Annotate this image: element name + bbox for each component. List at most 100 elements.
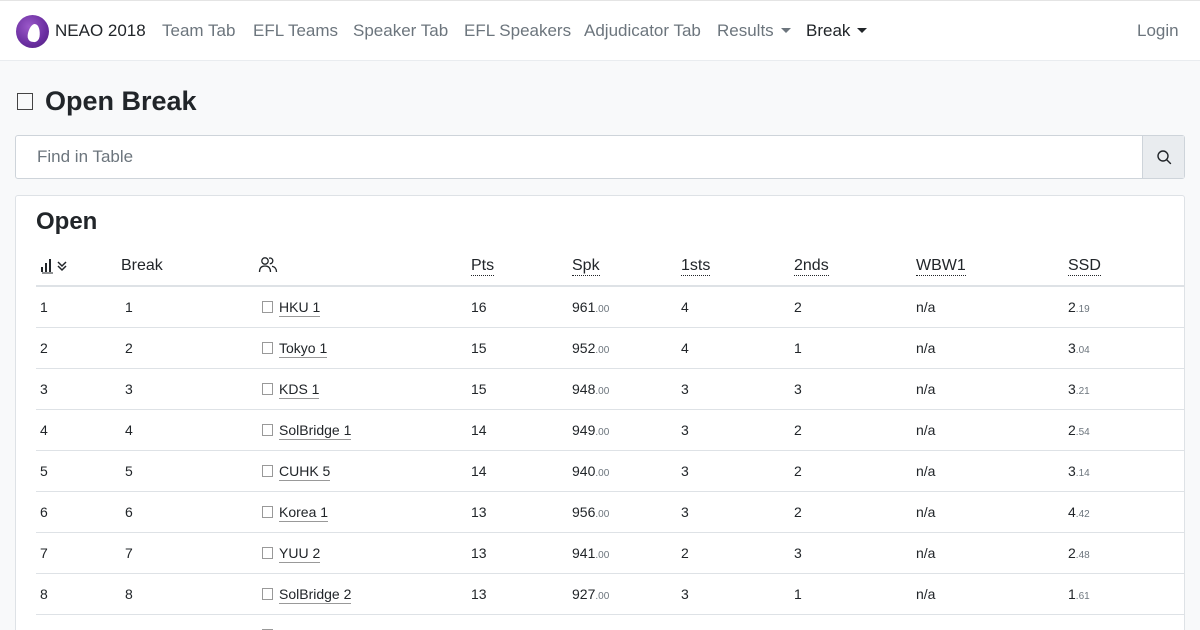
team-cell: SolBridge 2 bbox=[257, 573, 471, 615]
team-icon bbox=[258, 257, 278, 273]
break-cell: 9 bbox=[121, 614, 257, 630]
nav-break-label: Break bbox=[806, 21, 851, 40]
team-name-link[interactable]: CUHK 5 bbox=[279, 462, 331, 481]
team-emoji-icon bbox=[262, 505, 273, 518]
tournament-logo-icon bbox=[16, 14, 49, 48]
spk-column-header[interactable]: Spk bbox=[572, 246, 681, 287]
ssd-fraction: .54 bbox=[1075, 426, 1090, 438]
nav-break-dropdown[interactable]: Break bbox=[806, 21, 868, 41]
ssd-cell: 3.14 bbox=[1068, 450, 1184, 492]
team-cell: CUHK 5 bbox=[257, 450, 471, 492]
break-card: Open Break Pts Spk 1sts 2nds WBW1 SSD 1 … bbox=[15, 195, 1185, 630]
break-cell: 5 bbox=[121, 450, 257, 492]
ssd-header-label: SSD bbox=[1068, 256, 1101, 276]
firsts-cell: 4 bbox=[681, 286, 794, 328]
spk-integer: 927 bbox=[572, 585, 596, 602]
firsts-header-label: 1sts bbox=[681, 256, 711, 276]
firsts-cell: 3 bbox=[681, 450, 794, 492]
search-button[interactable] bbox=[1142, 136, 1184, 178]
spk-fraction: .00 bbox=[595, 549, 610, 561]
break-cell: 7 bbox=[121, 532, 257, 574]
spk-header-label: Spk bbox=[572, 256, 600, 276]
spk-integer: 941 bbox=[572, 544, 596, 561]
login-link[interactable]: Login bbox=[1137, 21, 1179, 41]
brand-name: NEAO 2018 bbox=[55, 21, 146, 40]
nav-speaker-tab[interactable]: Speaker Tab bbox=[353, 21, 448, 41]
wbw-cell: n/a bbox=[916, 573, 1068, 615]
wbw-cell: n/a bbox=[916, 327, 1068, 369]
seconds-column-header[interactable]: 2nds bbox=[794, 246, 916, 287]
ssd-integer: 1 bbox=[1068, 585, 1076, 602]
team-emoji-icon bbox=[262, 464, 273, 477]
rank-cell: 6 bbox=[36, 491, 121, 533]
pts-cell: 13 bbox=[471, 491, 572, 533]
ssd-cell: 3.00 bbox=[1068, 614, 1184, 630]
pts-column-header[interactable]: Pts bbox=[471, 246, 572, 287]
spk-integer: 948 bbox=[572, 380, 596, 397]
search-input[interactable] bbox=[16, 136, 1142, 178]
firsts-cell: 2 bbox=[681, 532, 794, 574]
ssd-integer: 2 bbox=[1068, 298, 1076, 315]
table-row: 99KDS 212930.0030n/a3.00 bbox=[36, 614, 1184, 630]
ssd-column-header[interactable]: SSD bbox=[1068, 246, 1184, 287]
team-name-link[interactable]: Tokyo 1 bbox=[279, 339, 328, 358]
nav-efl-speakers[interactable]: EFL Speakers bbox=[464, 21, 571, 41]
spk-cell: 927.00 bbox=[572, 573, 681, 615]
ssd-fraction: .42 bbox=[1075, 508, 1090, 520]
team-name-link[interactable]: Korea 1 bbox=[279, 503, 329, 522]
rank-cell: 8 bbox=[36, 573, 121, 615]
firsts-cell: 3 bbox=[681, 614, 794, 630]
seconds-cell: 3 bbox=[794, 368, 916, 410]
spk-cell: 961.00 bbox=[572, 286, 681, 328]
break-value: 2 bbox=[125, 339, 133, 356]
team-name-link[interactable]: SolBridge 2 bbox=[279, 585, 352, 604]
ssd-integer: 3 bbox=[1068, 627, 1076, 630]
team-emoji-icon bbox=[262, 423, 273, 436]
spk-cell: 940.00 bbox=[572, 450, 681, 492]
search-icon bbox=[1156, 150, 1171, 165]
nav-adjudicator-tab[interactable]: Adjudicator Tab bbox=[584, 21, 701, 41]
brand-link[interactable]: NEAO 2018 bbox=[16, 14, 146, 48]
team-name-link[interactable]: HKU 1 bbox=[279, 298, 321, 317]
firsts-column-header[interactable]: 1sts bbox=[681, 246, 794, 287]
team-cell: SolBridge 1 bbox=[257, 409, 471, 451]
break-column-header[interactable]: Break bbox=[121, 246, 257, 287]
seconds-cell: 2 bbox=[794, 409, 916, 451]
team-emoji-icon bbox=[262, 300, 273, 313]
nav-results-dropdown[interactable]: Results bbox=[717, 21, 791, 41]
ssd-integer: 3 bbox=[1068, 380, 1076, 397]
team-name-link[interactable]: KDS 2 bbox=[279, 626, 320, 630]
wbw-cell: n/a bbox=[916, 409, 1068, 451]
wbw-column-header[interactable]: WBW1 bbox=[916, 246, 1068, 287]
team-name-link[interactable]: SolBridge 1 bbox=[279, 421, 352, 440]
spk-cell: 948.00 bbox=[572, 368, 681, 410]
team-name-link[interactable]: YUU 2 bbox=[279, 544, 321, 563]
break-value: 6 bbox=[125, 503, 133, 520]
rank-cell: 7 bbox=[36, 532, 121, 574]
ssd-fraction: .21 bbox=[1075, 385, 1090, 397]
table-header-row: Break Pts Spk 1sts 2nds WBW1 SSD bbox=[36, 246, 1184, 287]
spk-integer: 949 bbox=[572, 421, 596, 438]
page-title-text: Open Break bbox=[45, 86, 197, 116]
pts-header-label: Pts bbox=[471, 256, 495, 276]
firsts-cell: 3 bbox=[681, 409, 794, 451]
team-column-header[interactable] bbox=[257, 246, 471, 287]
spk-integer: 956 bbox=[572, 503, 596, 520]
seconds-cell: 3 bbox=[794, 532, 916, 574]
nav-team-tab[interactable]: Team Tab bbox=[162, 21, 235, 41]
team-emoji-icon bbox=[262, 546, 273, 559]
nav-efl-teams[interactable]: EFL Teams bbox=[253, 21, 338, 41]
spk-fraction: .00 bbox=[595, 344, 610, 356]
table-row: 8 8 SolBridge 2 13 927.00 3 1 n/a 1.61 bbox=[36, 573, 1184, 615]
table-row: 4 4 SolBridge 1 14 949.00 3 2 n/a 2.54 bbox=[36, 409, 1184, 451]
ssd-fraction: .48 bbox=[1075, 549, 1090, 561]
ssd-cell: 4.42 bbox=[1068, 491, 1184, 533]
team-name-link[interactable]: KDS 1 bbox=[279, 380, 320, 399]
ssd-integer: 3 bbox=[1068, 339, 1076, 356]
ssd-fraction: .14 bbox=[1075, 467, 1090, 479]
rank-column-header[interactable] bbox=[36, 246, 121, 287]
firsts-cell: 3 bbox=[681, 491, 794, 533]
pts-cell: 14 bbox=[471, 409, 572, 451]
ssd-fraction: .04 bbox=[1075, 344, 1090, 356]
team-emoji-icon bbox=[262, 382, 273, 395]
